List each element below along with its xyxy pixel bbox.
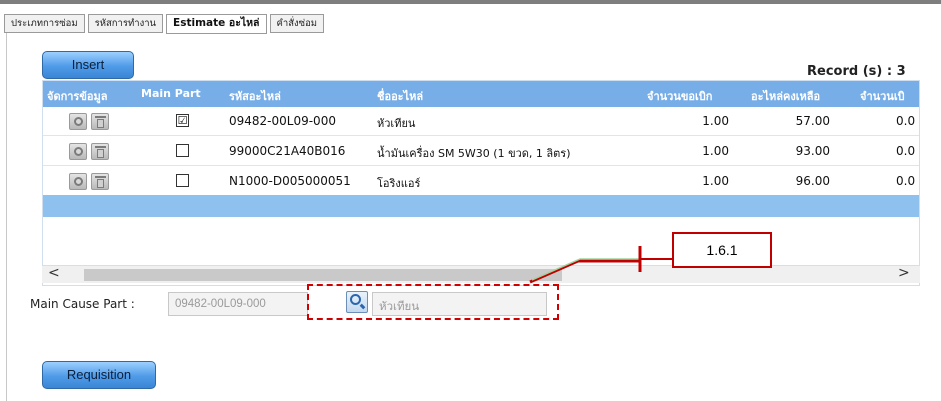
tab-estimate-parts[interactable]: Estimate อะไหล่ bbox=[166, 14, 267, 34]
header-remaining: อะไหล่คงเหลือ bbox=[751, 90, 821, 103]
part-code: N1000-D005000051 bbox=[229, 174, 351, 188]
qty-issued: 0.0 bbox=[896, 144, 916, 158]
table-row: ☑ 09482-00L09-000 หัวเทียน 1.00 57.00 0.… bbox=[43, 107, 919, 136]
part-code: 99000C21A40B016 bbox=[229, 144, 346, 158]
header-manage: จัดการข้อมูล bbox=[47, 90, 108, 103]
remaining: 93.00 bbox=[795, 144, 830, 158]
grid-header: จัดการข้อมูล Main Part รหัสอะไหล่ ชื่ออะ… bbox=[43, 81, 919, 107]
callout-label: 1.6.1 bbox=[672, 232, 772, 268]
table-row: 99000C21A40B016 น้ำมันเครื่อง SM 5W30 (1… bbox=[43, 137, 919, 166]
qty-requested: 1.00 bbox=[702, 144, 729, 158]
insert-button[interactable]: Insert bbox=[42, 51, 134, 79]
scrollbar-thumb[interactable] bbox=[84, 269, 562, 281]
tab-repair-order[interactable]: คำสั่งซ่อม bbox=[269, 14, 325, 33]
trash-icon[interactable] bbox=[91, 143, 109, 160]
horizontal-scrollbar[interactable]: < > bbox=[42, 265, 920, 283]
tab-repair-type[interactable]: ประเภทการซ่อม bbox=[4, 14, 85, 33]
main-cause-code-field[interactable]: 09482-00L09-000 bbox=[168, 292, 308, 316]
header-part-code: รหัสอะไหล่ bbox=[229, 90, 281, 103]
header-qty-issued: จำนวนเบิ bbox=[860, 90, 905, 103]
main-part-checkbox[interactable]: ☑ bbox=[176, 114, 189, 127]
header-part-name: ชื่ออะไหล่ bbox=[377, 90, 424, 103]
tab-work-code[interactable]: รหัสการทำงาน bbox=[87, 14, 164, 33]
main-part-checkbox[interactable] bbox=[176, 144, 189, 157]
qty-requested: 1.00 bbox=[702, 114, 729, 128]
header-qty-requested: จำนวนขอเบิก bbox=[647, 90, 713, 103]
header-main-part: Main Part bbox=[141, 87, 201, 100]
top-border bbox=[0, 0, 941, 4]
record-count: Record (s) : 3 bbox=[807, 64, 906, 79]
parts-grid: จัดการข้อมูล Main Part รหัสอะไหล่ ชื่ออะ… bbox=[42, 80, 920, 286]
scroll-left-arrow[interactable]: < bbox=[48, 265, 60, 281]
trash-icon[interactable] bbox=[91, 113, 109, 130]
table-row: N1000-D005000051 โอริงแอร์ 1.00 96.00 0.… bbox=[43, 167, 919, 196]
part-name: โอริงแอร์ bbox=[377, 177, 421, 190]
remaining: 57.00 bbox=[795, 114, 830, 128]
qty-issued: 0.0 bbox=[896, 114, 916, 128]
highlight-box bbox=[307, 284, 559, 320]
gear-icon[interactable] bbox=[69, 143, 87, 160]
tab-bar: ประเภทการซ่อม รหัสการทำงาน Estimate อะไห… bbox=[4, 14, 325, 34]
part-code: 09482-00L09-000 bbox=[229, 114, 336, 128]
requisition-button[interactable]: Requisition bbox=[42, 361, 156, 389]
qty-issued: 0.0 bbox=[896, 174, 916, 188]
part-name: หัวเทียน bbox=[377, 117, 416, 130]
main-part-checkbox[interactable] bbox=[176, 174, 189, 187]
gear-icon[interactable] bbox=[69, 173, 87, 190]
selected-empty-row[interactable] bbox=[43, 195, 919, 217]
gear-icon[interactable] bbox=[69, 113, 87, 130]
remaining: 96.00 bbox=[795, 174, 830, 188]
main-cause-label: Main Cause Part : bbox=[30, 297, 135, 311]
trash-icon[interactable] bbox=[91, 173, 109, 190]
scroll-right-arrow[interactable]: > bbox=[898, 265, 910, 281]
part-name: น้ำมันเครื่อง SM 5W30 (1 ขวด, 1 ลิตร) bbox=[377, 147, 571, 160]
qty-requested: 1.00 bbox=[702, 174, 729, 188]
